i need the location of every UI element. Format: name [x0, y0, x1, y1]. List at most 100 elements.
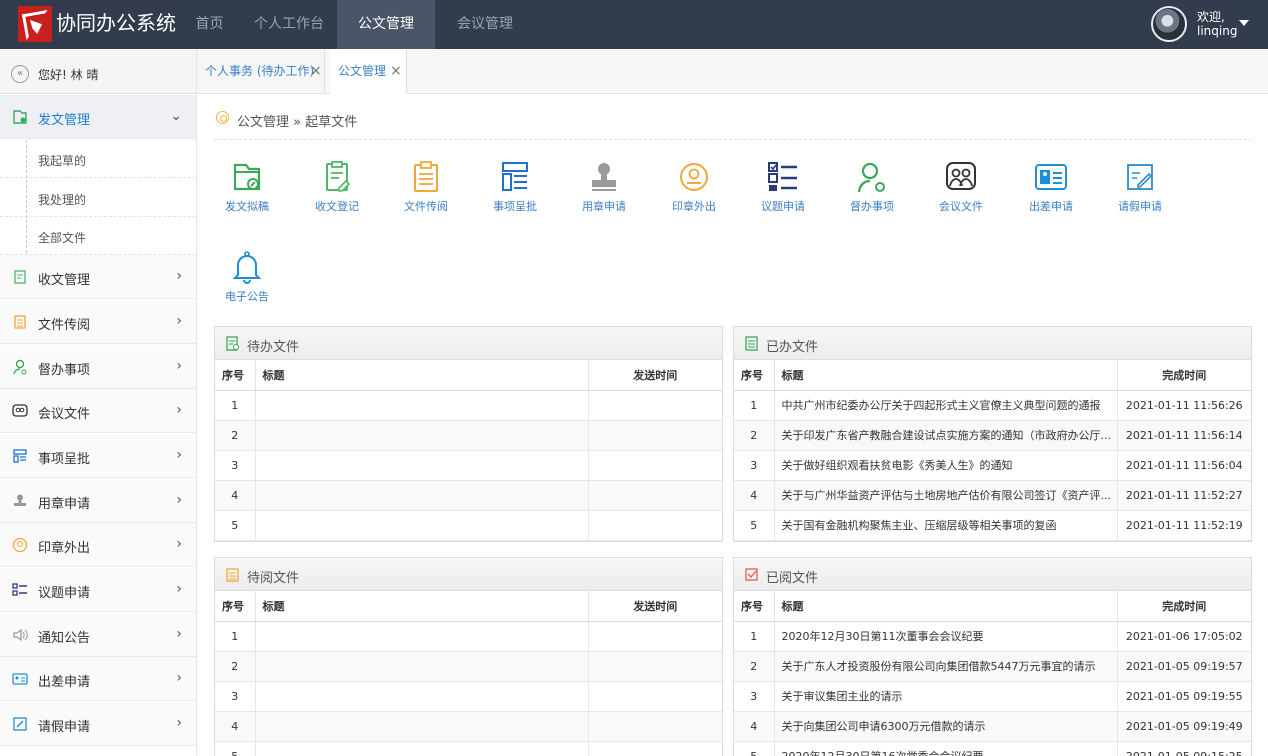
- nav-home[interactable]: 首页: [182, 0, 237, 49]
- panel-title: 已办文件: [766, 340, 819, 355]
- table-row[interactable]: 5: [215, 741, 722, 756]
- quick-label: 会议文件: [939, 200, 983, 213]
- sidebar-subitem-processed[interactable]: 我处理的: [0, 179, 196, 217]
- divider: [214, 139, 1252, 140]
- quick-approval[interactable]: 事项呈批: [480, 160, 550, 214]
- sidebar-item-send-document[interactable]: 发文管理 ⌄: [0, 95, 196, 139]
- sidebar-item-approval[interactable]: 事项呈批 ›: [0, 434, 196, 478]
- table-row[interactable]: 4 关于与广州华益资产评估与土地房地产估价有限公司签订《资产评... 2021-01…: [734, 480, 1251, 511]
- user-menu-caret-icon[interactable]: [1239, 20, 1249, 26]
- sidebar-item-supervision[interactable]: 督办事项 ›: [0, 345, 196, 389]
- cell-title[interactable]: [255, 390, 589, 421]
- sidebar-subitem-drafted[interactable]: 我起草的: [0, 140, 196, 178]
- topic-list-icon: [768, 162, 797, 191]
- sidebar-greeting: « 您好! 林 晴: [0, 49, 196, 94]
- tab-personal-affairs[interactable]: 个人事务 (待办工作) ×: [197, 49, 325, 94]
- cell-title[interactable]: 2020年12月30日第11次董事会会议纪要: [774, 621, 1118, 652]
- sidebar-item-receive-document[interactable]: 收文管理 ›: [0, 255, 196, 299]
- quick-business-trip[interactable]: 出差申请: [1016, 160, 1086, 214]
- table-row[interactable]: 3 关于做好组织观看扶贫电影《秀美人生》的通知 2021-01-11 11:56:0…: [734, 450, 1251, 481]
- quick-draft-document[interactable]: 发文拟稿: [212, 160, 282, 214]
- app-title: 协同办公系统: [56, 11, 176, 35]
- cell-no: 5: [215, 510, 256, 541]
- tab-label: 公文管理: [338, 64, 387, 78]
- cell-title[interactable]: [255, 450, 589, 481]
- sidebar-item-leave[interactable]: 请假申请 ›: [0, 702, 196, 746]
- cell-time: [588, 621, 722, 652]
- cell-title[interactable]: 关于与广州华益资产评估与土地房地产估价有限公司签订《资产评...: [774, 480, 1118, 511]
- cell-title[interactable]: 关于国有金融机构聚焦主业、压缩层级等相关事项的复函: [774, 510, 1118, 541]
- cell-no: 2: [215, 651, 256, 682]
- cell-title[interactable]: [255, 510, 589, 541]
- sidebar-item-topic-request[interactable]: 议题申请 ›: [0, 568, 196, 612]
- quick-label: 发文拟稿: [225, 200, 269, 213]
- nav-workbench[interactable]: 个人工作台: [247, 0, 331, 49]
- cell-title[interactable]: [255, 480, 589, 511]
- avatar[interactable]: [1151, 6, 1187, 42]
- table-row[interactable]: 1 中共广州市纪委办公厅关于四起形式主义官僚主义典型问题的通报 2021-01-11…: [734, 390, 1251, 421]
- quick-circulation[interactable]: 文件传阅: [391, 160, 461, 214]
- sidebar-subitem-all-files[interactable]: 全部文件: [0, 217, 196, 255]
- quick-topic-request[interactable]: 议题申请: [748, 160, 818, 214]
- table-row[interactable]: 5: [215, 510, 722, 541]
- cell-title[interactable]: 关于做好组织观看扶贫电影《秀美人生》的通知: [774, 450, 1118, 481]
- cell-title[interactable]: [255, 651, 589, 682]
- cell-title[interactable]: [255, 621, 589, 652]
- table-row[interactable]: 4: [215, 480, 722, 511]
- collapse-sidebar-icon[interactable]: «: [11, 65, 29, 83]
- sidebar-item-business-trip[interactable]: 出差申请 ›: [0, 657, 196, 701]
- doc-send-icon: [13, 110, 27, 124]
- sidebar-item-meeting-files[interactable]: 会议文件 ›: [0, 389, 196, 433]
- cell-title[interactable]: 关于印发广东省产教融合建设试点实施方案的通知（市政府办公厅...: [774, 420, 1118, 451]
- cell-time: [588, 711, 722, 742]
- panel-todo-files: 待办文件 序号 标题 发送时间 12345: [214, 326, 723, 542]
- table-row[interactable]: 5 关于国有金融机构聚焦主业、压缩层级等相关事项的复函 2021-01-11 11:…: [734, 510, 1251, 541]
- table-row[interactable]: 52020年12月30日第16次党委会会议纪要2021-01-05 09:15:…: [734, 741, 1251, 756]
- table-row[interactable]: 3 关于审议集团主业的请示 2021-01-05 09:19:55: [734, 681, 1251, 712]
- quick-stamp-request[interactable]: 用章申请: [569, 160, 639, 214]
- quick-seal-out[interactable]: 印章外出: [659, 160, 729, 214]
- table-row[interactable]: 2 关于印发广东省产教融合建设试点实施方案的通知（市政府办公厅... 2021-01…: [734, 420, 1251, 451]
- table-row[interactable]: 3: [215, 450, 722, 481]
- close-icon[interactable]: ×: [390, 49, 402, 94]
- table-row[interactable]: 3: [215, 681, 722, 712]
- approval-icon: [502, 162, 528, 191]
- supervise-icon: [857, 162, 885, 193]
- panel-header: 待阅文件: [215, 558, 722, 591]
- cell-title[interactable]: 中共广州市纪委办公厅关于四起形式主义官僚主义典型问题的通报: [774, 390, 1118, 421]
- chevron-down-icon: ⌄: [170, 108, 182, 124]
- cell-title[interactable]: 关于向集团公司申请6300万元借款的请示: [774, 711, 1118, 742]
- table-row[interactable]: 4: [215, 711, 722, 742]
- nav-document-management[interactable]: 公文管理: [337, 0, 435, 49]
- quick-label: 收文登记: [315, 200, 359, 213]
- table-row[interactable]: 1: [215, 621, 722, 652]
- table-row[interactable]: 2: [215, 651, 722, 682]
- quick-receive-register[interactable]: 收文登记: [302, 160, 372, 214]
- cell-title[interactable]: 2020年12月30日第16次党委会会议纪要: [774, 741, 1118, 756]
- user-welcome[interactable]: 欢迎, linqing: [1197, 10, 1237, 38]
- sidebar-item-notice[interactable]: 通知公告 ›: [0, 613, 196, 657]
- sidebar-item-stamp-request[interactable]: 用章申请 ›: [0, 479, 196, 523]
- sidebar-item-seal-out[interactable]: 印章外出 ›: [0, 523, 196, 567]
- cell-time: [588, 510, 722, 541]
- table-row[interactable]: 2 关于广东人才投资股份有限公司向集团借款5447万元事宜的请示 2021-01-0…: [734, 651, 1251, 682]
- quick-supervision[interactable]: 督办事项: [837, 160, 907, 214]
- table-row[interactable]: 1 2020年12月30日第11次董事会会议纪要 2021-01-06 17:05:…: [734, 621, 1251, 652]
- quick-meeting-files[interactable]: 会议文件: [926, 160, 996, 214]
- table-row[interactable]: 2: [215, 420, 722, 451]
- cell-title[interactable]: [255, 681, 589, 712]
- nav-meeting-management[interactable]: 会议管理: [447, 0, 523, 49]
- quick-e-notice[interactable]: 电子公告: [212, 250, 282, 304]
- cell-title[interactable]: 关于审议集团主业的请示: [774, 681, 1118, 712]
- cell-title[interactable]: 关于广东人才投资股份有限公司向集团借款5447万元事宜的请示: [774, 651, 1118, 682]
- cell-title[interactable]: [255, 711, 589, 742]
- cell-title[interactable]: [255, 741, 589, 756]
- table-row[interactable]: 4 关于向集团公司申请6300万元借款的请示 2021-01-05 09:19:49: [734, 711, 1251, 742]
- table-row[interactable]: 1: [215, 390, 722, 421]
- sidebar-item-circulation[interactable]: 文件传阅 ›: [0, 300, 196, 344]
- quick-leave[interactable]: 请假申请: [1105, 160, 1175, 214]
- close-icon[interactable]: ×: [310, 49, 322, 94]
- cell-title[interactable]: [255, 420, 589, 451]
- tab-document-management[interactable]: 公文管理 ×: [330, 49, 407, 94]
- quick-label: 请假申请: [1118, 200, 1162, 213]
